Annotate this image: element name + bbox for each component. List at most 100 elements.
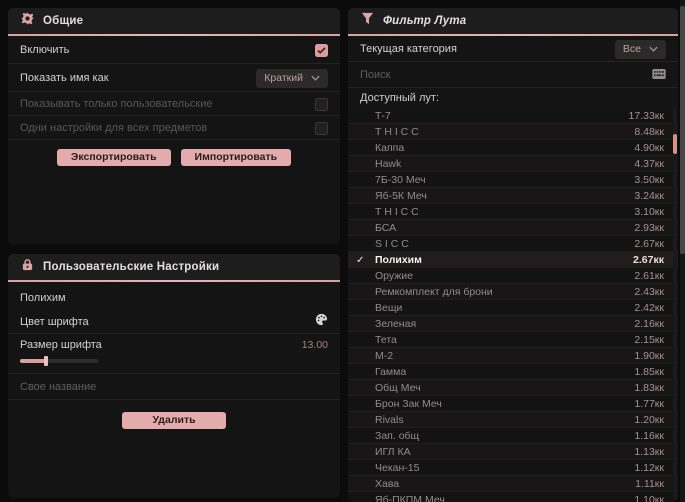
same-settings-row: Одни настройки для всех предметов: [8, 116, 340, 140]
show-name-value: Краткий: [264, 72, 303, 84]
loot-item-value: 2.61кк: [634, 270, 664, 282]
loot-row[interactable]: ✓ Полихим 2.67кк: [348, 252, 678, 268]
category-dropdown[interactable]: Все: [614, 39, 666, 59]
loot-filter-panel: Фильтр Лута Текущая категория Все Доступ…: [348, 8, 678, 502]
loot-row[interactable]: S I С С 2.67кк: [348, 236, 678, 252]
custom-name-input[interactable]: [20, 381, 328, 393]
loot-row[interactable]: Вещи 2.42кк: [348, 300, 678, 316]
loot-list: Т-7 17.33кк Т Н I С С 8.48кк Каппа 4.90кк Hawk…: [348, 108, 678, 502]
only-custom-row: Показывать только пользовательские: [8, 92, 340, 116]
loot-row[interactable]: Зеленая 2.16кк: [348, 316, 678, 332]
loot-row[interactable]: Тета 2.15кк: [348, 332, 678, 348]
loot-row[interactable]: Яб-5К Меч 3.24кк: [348, 188, 678, 204]
loot-row[interactable]: Т-7 17.33кк: [348, 108, 678, 124]
available-loot-label: Доступный лут:: [360, 92, 440, 104]
loot-row[interactable]: Rivals 1.20кк: [348, 412, 678, 428]
loot-item-value: 3.24кк: [634, 190, 664, 202]
loot-row[interactable]: М-2 1.90кк: [348, 348, 678, 364]
loot-row[interactable]: Яб-ПКПМ Меч 1.10кк: [348, 492, 678, 502]
export-button[interactable]: Экспортировать: [56, 148, 171, 166]
category-row: Текущая категория Все: [348, 36, 678, 62]
category-label: Текущая категория: [360, 43, 457, 55]
general-panel-header: Общие: [8, 8, 340, 34]
loot-item-name: Rivals: [375, 414, 404, 426]
loot-item-name: БСА: [375, 222, 397, 234]
loot-filter-header: Фильтр Лута: [348, 8, 678, 34]
loot-item-name: ИГЛ КА: [375, 446, 411, 458]
accent-bar: [8, 280, 340, 282]
window-scrollbar[interactable]: [680, 0, 685, 502]
loot-row[interactable]: БСА 2.93кк: [348, 220, 678, 236]
same-settings-label: Одни настройки для всех предметов: [20, 122, 208, 134]
loot-row[interactable]: Hawk 4.37кк: [348, 156, 678, 172]
loot-item-name: Яб-ПКПМ Меч: [375, 494, 445, 502]
custom-settings-header: Пользовательские Настройки: [8, 254, 340, 280]
funnel-icon: [361, 12, 374, 30]
font-size-slider[interactable]: [20, 356, 98, 366]
loot-row[interactable]: Общ Меч 1.83кк: [348, 380, 678, 396]
loot-item-name: Т Н I С С: [375, 206, 419, 218]
loot-item-name: Яб-5К Меч: [375, 190, 427, 202]
only-custom-checkbox[interactable]: [315, 97, 328, 111]
loot-row[interactable]: Гамма 1.85кк: [348, 364, 678, 380]
loot-item-value: 2.16кк: [634, 318, 664, 330]
loot-item-name: Гамма: [375, 366, 407, 378]
search-input[interactable]: [360, 69, 644, 81]
font-size-row: Размер шрифта 13.00: [8, 334, 340, 356]
loot-item-value: 1.13кк: [634, 446, 664, 458]
loot-item-value: 1.83кк: [634, 382, 664, 394]
loot-row[interactable]: Чекан-15 1.12кк: [348, 460, 678, 476]
gear-icon: [21, 12, 34, 30]
loot-row[interactable]: Зап. общ 1.16кк: [348, 428, 678, 444]
loot-row[interactable]: Хава 1.11кк: [348, 476, 678, 492]
check-icon: ✓: [356, 254, 365, 266]
loot-row[interactable]: ИГЛ КА 1.13кк: [348, 444, 678, 460]
show-name-dropdown[interactable]: Краткий: [256, 68, 328, 88]
window-scrollbar-thumb[interactable]: [680, 6, 685, 254]
chevron-down-icon: [649, 46, 658, 52]
lock-icon: [21, 258, 34, 276]
slider-thumb[interactable]: [44, 356, 48, 366]
delete-row: Удалить: [8, 400, 340, 440]
loot-item-value: 1.20кк: [634, 414, 664, 426]
keyboard-icon[interactable]: [652, 66, 666, 84]
font-color-row: Цвет шрифта: [8, 310, 340, 334]
check-icon: [317, 46, 326, 54]
category-value: Все: [622, 43, 641, 55]
font-color-label: Цвет шрифта: [20, 316, 89, 328]
loot-row[interactable]: Каппа 4.90кк: [348, 140, 678, 156]
loot-item-name: Брон Зак Меч: [375, 398, 442, 410]
loot-row[interactable]: 7Б-30 Меч 3.50кк: [348, 172, 678, 188]
loot-row[interactable]: Т Н I С С 8.48кк: [348, 124, 678, 140]
loot-row[interactable]: Т Н I С С 3.10кк: [348, 204, 678, 220]
chevron-down-icon: [311, 75, 320, 81]
loot-item-value: 1.85кк: [634, 366, 664, 378]
show-name-label: Показать имя как: [20, 72, 109, 84]
show-name-row: Показать имя как Краткий: [8, 64, 340, 92]
loot-item-name: М-2: [375, 350, 394, 362]
loot-list-scrollbar[interactable]: [673, 108, 677, 500]
loot-item-name: Полихим: [375, 254, 422, 266]
scrollbar-thumb[interactable]: [673, 134, 677, 154]
enable-row: Включить: [8, 36, 340, 64]
loot-item-name: Т-7: [375, 110, 391, 122]
import-button[interactable]: Импортировать: [180, 148, 292, 166]
only-custom-label: Показывать только пользовательские: [20, 98, 213, 110]
loot-item-value: 4.90кк: [634, 142, 664, 154]
same-settings-checkbox[interactable]: [315, 121, 328, 135]
loot-row[interactable]: Оружие 2.61кк: [348, 268, 678, 284]
search-row: [348, 62, 678, 88]
loot-item-name: Хава: [375, 478, 400, 490]
item-name-row: Полихим: [8, 286, 340, 310]
loot-item-value: 3.10кк: [634, 206, 664, 218]
loot-item-value: 2.67кк: [633, 254, 664, 266]
loot-item-value: 1.10кк: [634, 494, 664, 502]
enable-label: Включить: [20, 44, 70, 56]
loot-row[interactable]: Ремкомплект для брони 2.43кк: [348, 284, 678, 300]
palette-icon[interactable]: [315, 313, 328, 331]
delete-button[interactable]: Удалить: [122, 411, 226, 429]
loot-row[interactable]: Брон Зак Меч 1.77кк: [348, 396, 678, 412]
enable-checkbox[interactable]: [315, 43, 328, 57]
font-size-label: Размер шрифта: [20, 339, 102, 351]
item-name-label: Полихим: [20, 292, 66, 304]
